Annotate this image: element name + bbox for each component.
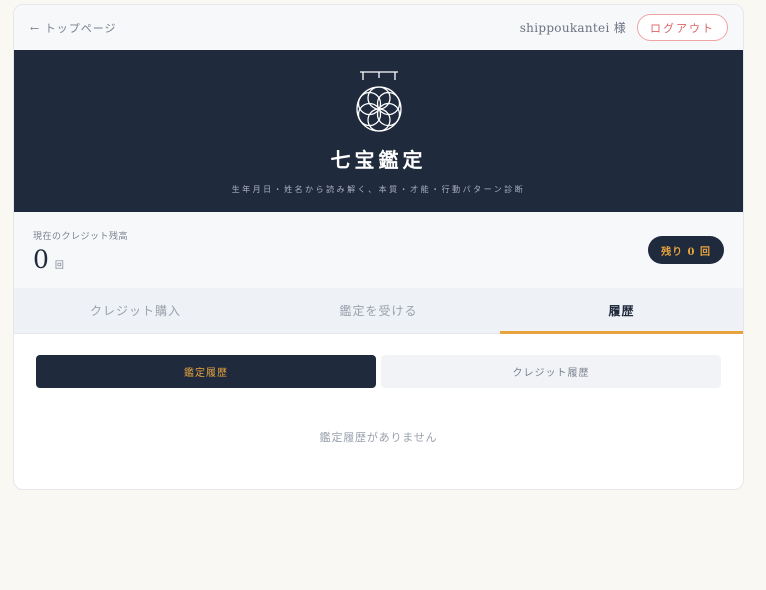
user-area: shippoukantei 様 ログアウト	[520, 14, 728, 41]
seven-treasures-flower-icon	[354, 69, 404, 139]
subtab-reading-history[interactable]: 鑑定履歴	[36, 355, 376, 388]
subtab-credit-history[interactable]: クレジット履歴	[381, 355, 721, 388]
logout-button[interactable]: ログアウト	[637, 14, 728, 41]
credit-balance-unit: 回	[54, 260, 64, 271]
user-name: shippoukantei 様	[519, 21, 626, 35]
back-to-top-link[interactable]: ← トップページ	[30, 20, 117, 36]
history-panel: 鑑定履歴 クレジット履歴 鑑定履歴がありません	[14, 334, 743, 445]
history-subtabs: 鑑定履歴 クレジット履歴	[36, 355, 721, 388]
app-title: 七宝鑑定	[330, 148, 427, 172]
tab-history[interactable]: 履歴	[500, 288, 743, 334]
tab-purchase-credits[interactable]: クレジット購入	[14, 288, 257, 333]
credit-balance-label: 現在のクレジット残高	[33, 231, 129, 242]
main-tabs: クレジット購入 鑑定を受ける 履歴	[14, 288, 743, 334]
empty-history-message: 鑑定履歴がありません	[319, 431, 438, 444]
top-bar: ← トップページ shippoukantei 様 ログアウト	[14, 5, 743, 50]
credit-balance-info: 現在のクレジット残高 0 回	[33, 229, 128, 272]
remaining-count-badge: 残り 0 回	[648, 236, 724, 264]
app-subtitle: 生年月日・姓名から読み解く、本質・才能・行動パターン診断	[231, 185, 526, 194]
credit-balance-value: 0	[33, 244, 49, 274]
hero-banner: 七宝鑑定 生年月日・姓名から読み解く、本質・才能・行動パターン診断	[14, 50, 743, 212]
tab-receive-reading[interactable]: 鑑定を受ける	[257, 288, 500, 333]
credit-balance-panel: 現在のクレジット残高 0 回 残り 0 回	[14, 212, 743, 288]
credit-value-row: 0 回	[33, 247, 128, 272]
account-card: ← トップページ shippoukantei 様 ログアウト 七宝鑑定 生年月日	[13, 4, 744, 490]
